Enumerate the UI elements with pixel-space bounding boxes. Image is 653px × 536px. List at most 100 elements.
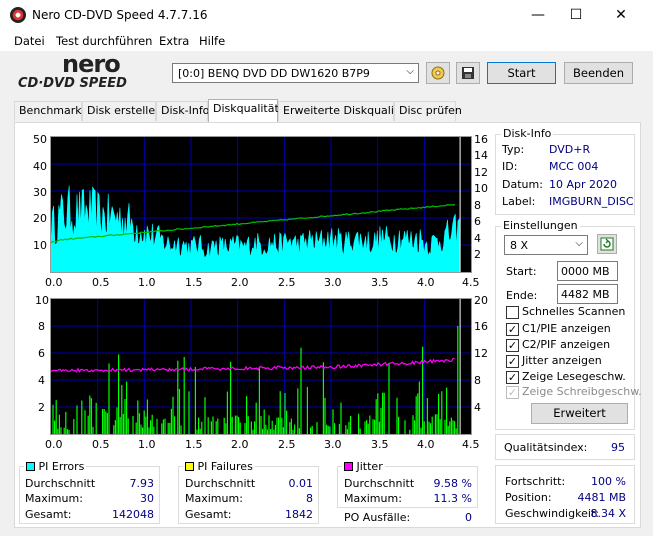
progress-value: 100 % xyxy=(591,475,626,488)
pi-failures-avg: 0.01 xyxy=(288,477,314,490)
jitter-swatch xyxy=(344,462,353,471)
checkbox[interactable]: ✓ xyxy=(506,355,519,368)
start-button[interactable]: Start xyxy=(487,62,556,84)
pi-errors-total-label: Gesamt: xyxy=(25,508,72,521)
chart1-y2tick: 14 xyxy=(474,149,488,162)
chart2-xtick: 4.5 xyxy=(462,438,480,451)
chart2-xtick: 3.0 xyxy=(324,438,342,451)
checkbox-label: Schnelles Scannen xyxy=(522,305,626,318)
chart1-ytick: 50 xyxy=(33,133,47,146)
chart2-y2tick: 12 xyxy=(474,347,488,360)
tab-disc-pruefen[interactable]: Disc prüfen xyxy=(394,101,462,121)
start-label: Start: xyxy=(506,265,537,278)
logo-line2: CD·DVD SPEED xyxy=(18,76,127,91)
checkbox-label: C2/PIF anzeigen xyxy=(522,338,611,351)
tab-erweiterte-diskqualitaet[interactable]: Erweiterte Diskqualität xyxy=(278,101,409,121)
disk-info-title: Disk-Info xyxy=(501,127,554,140)
tab-disk-info[interactable]: Disk-Info xyxy=(156,101,209,121)
checkbox[interactable]: ✓ xyxy=(506,371,519,384)
chart1-y2tick: 6 xyxy=(474,215,481,228)
chart1-y2tick: 4 xyxy=(474,232,481,245)
chart1-xtick: 4.5 xyxy=(462,276,480,289)
checkbox[interactable]: ✓ xyxy=(506,386,519,399)
speed-select[interactable]: 8 X ⌵ xyxy=(504,235,588,255)
refresh-button[interactable] xyxy=(597,234,617,254)
disc-info-icon xyxy=(431,66,445,80)
pi-errors-title: PI Errors xyxy=(38,460,85,473)
menu-test[interactable]: Test durchführen xyxy=(56,34,152,48)
checkbox[interactable]: ✓ xyxy=(506,339,519,352)
disk-label-label: Label: xyxy=(502,195,536,208)
chart2-xtick: 2.5 xyxy=(278,438,296,451)
logo-line1: nero xyxy=(62,50,121,78)
jitter-line xyxy=(51,357,455,373)
advanced-button[interactable]: Erweitert xyxy=(531,403,628,424)
chart1-ytick: 10 xyxy=(33,239,47,252)
quit-button[interactable]: Beenden xyxy=(564,62,633,84)
menu-hilfe[interactable]: Hilfe xyxy=(199,34,225,48)
jitter-title: Jitter xyxy=(356,460,383,473)
chart2-ytick: 6 xyxy=(38,347,45,360)
checkbox-label: Jitter anzeigen xyxy=(522,354,602,367)
jitter-avg-label: Durchschnitt xyxy=(344,477,415,490)
chart2-xtick: 4.0 xyxy=(417,438,435,451)
chart1-y2tick: 12 xyxy=(474,166,488,179)
speed-value: 8.34 X xyxy=(590,507,626,520)
chart1-xtick: 4.0 xyxy=(417,276,435,289)
tab-disk-erstellen[interactable]: Disk erstellen xyxy=(82,101,162,121)
quality-label: Qualitätsindex: xyxy=(504,441,588,454)
jitter-legend: Jitter xyxy=(342,460,385,473)
chart1-xtick: 1.0 xyxy=(138,276,156,289)
tab-diskqualitaet[interactable]: Diskqualität xyxy=(208,99,279,122)
refresh-icon xyxy=(600,237,614,251)
pi-errors-avg: 7.93 xyxy=(129,477,155,490)
quality-value: 95 xyxy=(611,441,625,454)
speed-label: Geschwindigkeit: xyxy=(505,507,599,520)
start-input[interactable]: 0000 MB xyxy=(557,261,618,281)
chart2-y2tick: 20 xyxy=(474,294,488,307)
pi-errors-avg-label: Durchschnitt xyxy=(25,477,96,490)
pi-errors-max-label: Maximum: xyxy=(25,492,83,505)
pi-failures-total: 1842 xyxy=(285,508,313,521)
drive-select[interactable]: [0:0] BENQ DVD DD DW1620 B7P9 ⌵ xyxy=(172,63,419,83)
chart2-y2tick: 8 xyxy=(474,374,481,387)
pi-failures-max: 8 xyxy=(306,492,313,505)
chart1-xtick: 3.0 xyxy=(324,276,342,289)
pi-errors-chart xyxy=(50,136,472,273)
end-label: Ende: xyxy=(506,289,538,302)
checkbox-label: Zeige Lesegeschw. xyxy=(522,370,626,383)
menu-extra[interactable]: Extra xyxy=(159,34,189,48)
speed-select-value: 8 X xyxy=(510,239,529,252)
nero-logo: nero CD·DVD SPEED xyxy=(18,50,166,94)
pi-errors-area xyxy=(51,185,461,272)
pi-failures-chart xyxy=(50,298,472,435)
chart2-ytick: 8 xyxy=(38,320,45,333)
chart2-xtick: 2.0 xyxy=(231,438,249,451)
pi-errors-swatch xyxy=(26,462,35,471)
drive-info-button[interactable] xyxy=(426,62,450,84)
pi-errors-total: 142048 xyxy=(112,508,154,521)
app-icon xyxy=(10,7,26,23)
disk-date-value: 10 Apr 2020 xyxy=(549,178,618,191)
chevron-down-icon: ⌵ xyxy=(406,66,414,77)
pi-failures-avg-label: Durchschnitt xyxy=(185,477,256,490)
close-button[interactable]: ✕ xyxy=(598,0,644,31)
checkbox[interactable]: ✓ xyxy=(506,323,519,336)
title-bar: Nero CD-DVD Speed 4.7.7.16 — ☐ ✕ xyxy=(0,0,653,31)
checkbox[interactable] xyxy=(506,306,519,319)
chart1-xtick: 2.5 xyxy=(278,276,296,289)
disk-id-value: MCC 004 xyxy=(549,160,599,173)
chart2-xtick: 0.5 xyxy=(92,438,110,451)
tab-benchmark[interactable]: Benchmark xyxy=(14,101,82,121)
checkbox-label: C1/PIE anzeigen xyxy=(522,322,611,335)
chart1-ytick: 20 xyxy=(33,212,47,225)
end-input[interactable]: 4482 MB xyxy=(557,284,618,304)
maximize-button[interactable]: ☐ xyxy=(553,0,599,31)
pi-errors-legend: PI Errors xyxy=(24,460,87,473)
disk-label-value: IMGBURN_DISC xyxy=(549,195,634,208)
drive-select-value: [0:0] BENQ DVD DD DW1620 B7P9 xyxy=(178,67,370,80)
disk-type-label: Typ: xyxy=(502,143,525,156)
chart2-xtick: 1.5 xyxy=(185,438,203,451)
menu-datei[interactable]: Datei xyxy=(14,34,45,48)
save-button[interactable] xyxy=(456,62,480,84)
